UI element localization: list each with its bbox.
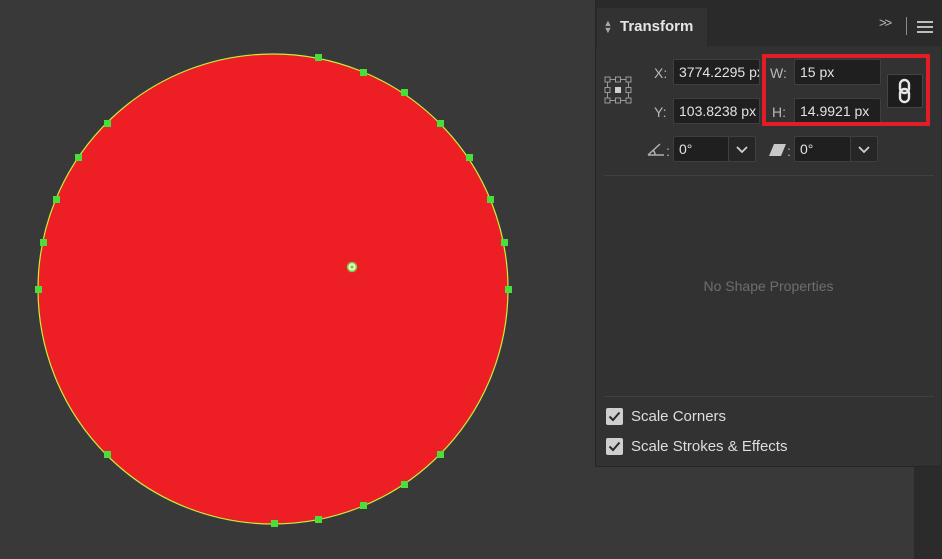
anchor-point (315, 516, 322, 523)
anchor-point (501, 239, 508, 246)
shear-colon: : (787, 143, 791, 159)
anchor-point (35, 286, 42, 293)
scale-corners-checkbox[interactable] (606, 408, 623, 425)
rotate-colon: : (666, 143, 670, 159)
tab-reorder-icon[interactable]: ▲ ▼ (603, 19, 613, 35)
no-shape-properties-text: No Shape Properties (703, 278, 834, 294)
anchor-point (53, 196, 60, 203)
anchor-point (104, 120, 111, 127)
y-label: Y: (654, 104, 667, 120)
app-root: ▲ ▼ Transform >> X: 3774.2295 px Y: 103.… (0, 0, 942, 559)
scale-strokes-effects-checkbox[interactable] (606, 438, 623, 455)
anchor-point (437, 451, 444, 458)
anchor-point (315, 54, 322, 61)
section-divider (604, 175, 934, 176)
panel-title: Transform (620, 18, 694, 35)
x-label: X: (654, 65, 668, 81)
checkmark-icon (608, 441, 621, 452)
anchor-point (466, 154, 473, 161)
y-position-field[interactable]: 103.8238 px (673, 98, 760, 124)
double-chevron-right-icon[interactable]: >> (879, 15, 892, 30)
rotate-angle-icon (647, 143, 664, 156)
constrain-proportions-button[interactable] (887, 74, 923, 108)
link-icon (898, 78, 911, 104)
hamburger-menu-icon[interactable] (917, 21, 933, 33)
anchor-point (360, 502, 367, 509)
checkmark-icon (608, 411, 621, 422)
reference-point-icon[interactable] (604, 76, 632, 104)
anchor-point (487, 196, 494, 203)
anchor-point (40, 239, 47, 246)
anchor-point (437, 120, 444, 127)
rotate-dropdown-button[interactable] (728, 136, 756, 162)
anchor-point (104, 451, 111, 458)
transform-panel: ▲ ▼ Transform >> X: 3774.2295 px Y: 103.… (595, 0, 941, 467)
anchor-point (75, 154, 82, 161)
anchor-point (401, 481, 408, 488)
scale-corners-label[interactable]: Scale Corners (631, 408, 726, 425)
section-divider (604, 396, 934, 397)
chevron-down-icon (858, 146, 870, 154)
x-position-field[interactable]: 3774.2295 px (673, 59, 760, 85)
rotate-field[interactable]: 0° (673, 136, 729, 162)
scale-strokes-effects-label[interactable]: Scale Strokes & Effects (631, 438, 787, 455)
tab-transform[interactable]: ▲ ▼ Transform (597, 8, 707, 46)
panel-header: ▲ ▼ Transform >> (596, 0, 941, 46)
anchor-point (360, 69, 367, 76)
anchor-point (401, 89, 408, 96)
chevron-down-icon (736, 146, 748, 154)
center-point-dot (350, 265, 354, 269)
shear-icon (769, 144, 786, 156)
anchor-point (271, 520, 278, 527)
shear-dropdown-button[interactable] (850, 136, 878, 162)
anchor-point (505, 286, 512, 293)
header-divider (906, 17, 907, 35)
shear-field[interactable]: 0° (794, 136, 851, 162)
